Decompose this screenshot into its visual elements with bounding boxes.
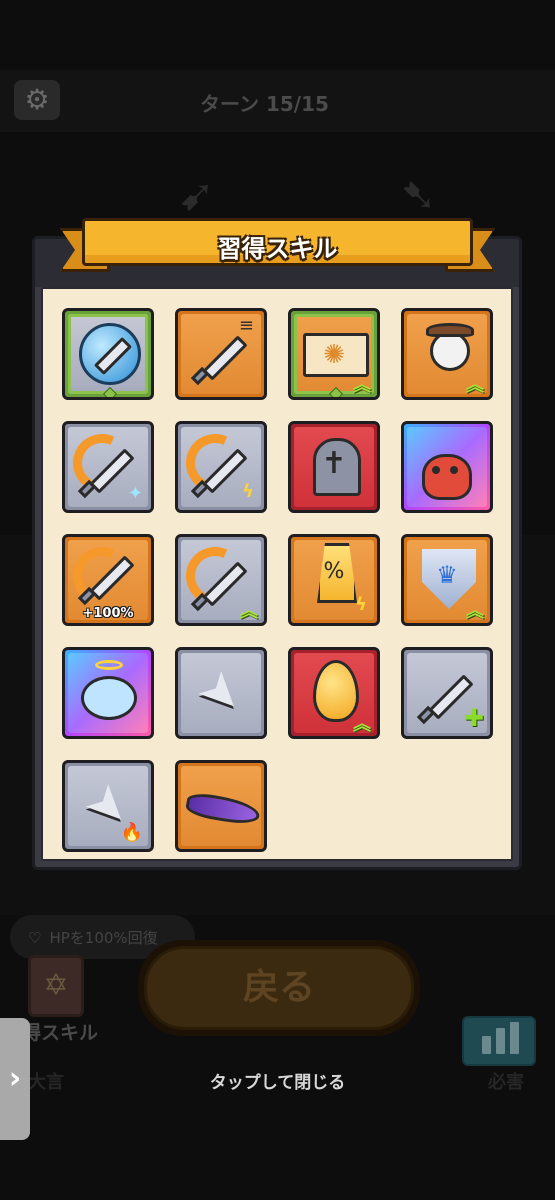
title-ribbon: 習得スキル bbox=[60, 214, 495, 278]
lightning-icon: ϟ bbox=[242, 481, 254, 502]
skill-spell-book[interactable]: ✺ ︽ bbox=[288, 308, 380, 400]
heart-icon: ♡ bbox=[28, 929, 42, 947]
skill-crown-shield[interactable]: ♛ ︽ bbox=[401, 534, 493, 626]
skill-red-beast[interactable] bbox=[401, 421, 493, 513]
skill-flame-sword-ice[interactable]: ✦ bbox=[62, 421, 154, 513]
halo-icon bbox=[95, 660, 123, 670]
stats-chart-icon bbox=[462, 1016, 536, 1066]
arrow-icon: ➷ bbox=[400, 170, 437, 221]
arrow-icon: ➹ bbox=[178, 170, 215, 221]
ice-spark-icon: ✦ bbox=[127, 483, 143, 504]
skill-dash-sword[interactable]: ≡ bbox=[175, 308, 267, 400]
skill-purple-scarf[interactable] bbox=[175, 760, 267, 852]
skill-book-label: 得スキル bbox=[22, 1022, 99, 1044]
hint-text: HPを100%回復 bbox=[49, 929, 158, 947]
tap-to-close-hint[interactable]: タップして閉じる bbox=[0, 1068, 555, 1093]
damage-bonus-badge: +100% bbox=[82, 606, 134, 621]
upgrade-arrows-icon: ︽ bbox=[240, 601, 258, 622]
skill-crit-percent[interactable]: % ϟ bbox=[288, 534, 380, 626]
lightning-icon: ϟ bbox=[355, 594, 367, 615]
skill-bubble-sword[interactable] bbox=[62, 308, 154, 400]
skill-gravestone[interactable]: ✝ bbox=[288, 421, 380, 513]
angel-dragon-icon bbox=[81, 676, 137, 720]
skill-golden-egg[interactable]: ︽ bbox=[288, 647, 380, 739]
skill-flame-sword-lightning[interactable]: ϟ bbox=[175, 421, 267, 513]
red-monster-icon bbox=[422, 454, 472, 500]
settings-gear-icon: ⚙ bbox=[14, 80, 60, 120]
plus-icon: ✚ bbox=[463, 704, 484, 732]
modal-title: 習得スキル bbox=[217, 235, 338, 263]
skill-panda-ninja[interactable]: ︽ bbox=[401, 308, 493, 400]
skill-flame-sword-upgrade[interactable]: ︽ bbox=[175, 534, 267, 626]
skill-shadow-sword-plus[interactable]: ✚ bbox=[401, 647, 493, 739]
skill-kunai[interactable]: ➤ bbox=[175, 647, 267, 739]
turn-counter: ターン 15/15 bbox=[200, 92, 329, 116]
skill-fire-kunai[interactable]: ➤ 🔥 bbox=[62, 760, 154, 852]
skill-book-icon: ✡ bbox=[28, 955, 84, 1017]
fire-icon: 🔥 bbox=[120, 822, 143, 843]
back-button-label: 戻る bbox=[144, 946, 414, 1030]
panda-icon bbox=[430, 331, 470, 371]
back-button[interactable]: 戻る bbox=[138, 940, 420, 1036]
skill-flame-sword-100[interactable]: +100% bbox=[62, 534, 154, 626]
skill-angel-dragon[interactable] bbox=[62, 647, 154, 739]
